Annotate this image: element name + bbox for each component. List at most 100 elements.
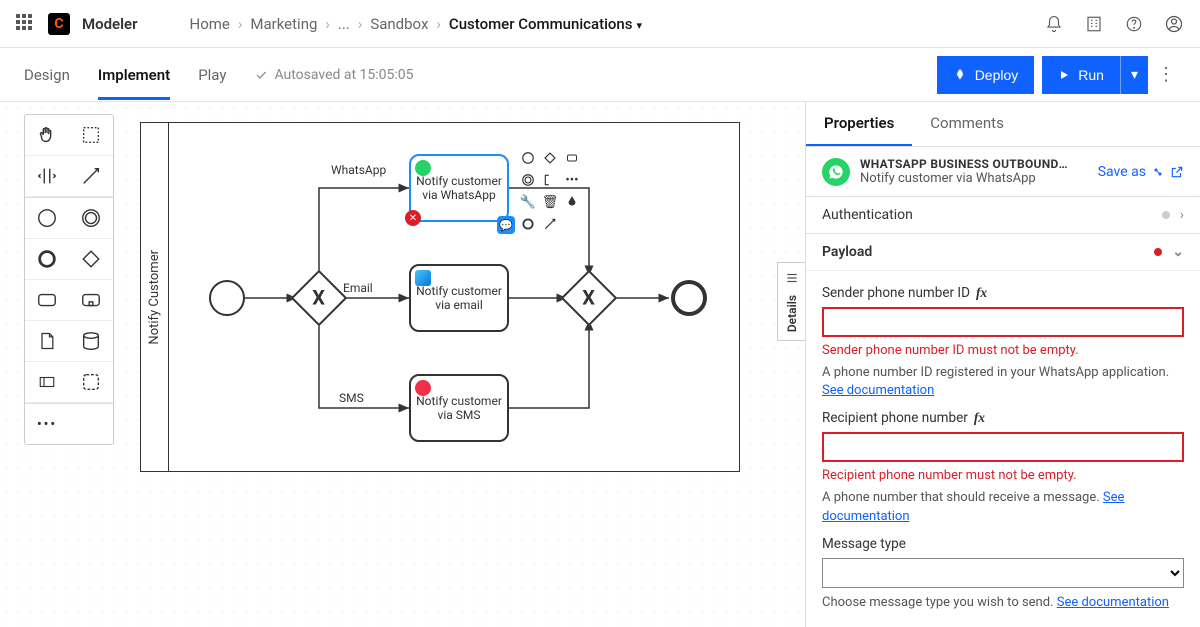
- chevron-down-icon: ⌄: [1172, 244, 1184, 260]
- ctx-task-icon[interactable]: [563, 149, 581, 167]
- run-dropdown-button[interactable]: ▾: [1120, 56, 1148, 94]
- help-text: Choose message type you wish to send. Se…: [822, 594, 1184, 612]
- chevron-right-icon: ›: [238, 15, 243, 33]
- tab-design[interactable]: Design: [24, 50, 70, 100]
- chevron-right-icon: ›: [1180, 207, 1184, 223]
- fx-icon[interactable]: fx: [974, 410, 985, 426]
- app-name: Modeler: [82, 15, 138, 33]
- gateway-join[interactable]: X: [561, 270, 618, 327]
- edge-label-sms[interactable]: SMS: [339, 391, 364, 405]
- gateway-tool-icon[interactable]: [69, 239, 113, 279]
- chevron-right-icon: ›: [325, 15, 330, 33]
- tab-play[interactable]: Play: [198, 50, 226, 100]
- help-icon[interactable]: [1124, 14, 1144, 34]
- org-icon[interactable]: [1084, 14, 1104, 34]
- ctx-gateway-icon[interactable]: [541, 149, 559, 167]
- email-connector-icon: [415, 270, 431, 286]
- tool-palette: •••: [24, 114, 114, 445]
- breadcrumb-overflow[interactable]: ...: [338, 15, 350, 33]
- tab-implement[interactable]: Implement: [98, 50, 170, 100]
- breadcrumb-home[interactable]: Home: [190, 15, 230, 33]
- chevron-right-icon: ›: [436, 15, 441, 33]
- chevron-right-icon: ›: [358, 15, 363, 33]
- field-label-recipient: Recipient phone number fx: [822, 410, 1184, 426]
- ctx-end-event-icon[interactable]: [519, 215, 537, 233]
- ctx-delete-icon[interactable]: 🗑: [541, 193, 559, 211]
- ctx-wrench-icon[interactable]: 🔧: [519, 193, 537, 211]
- ctx-start-event-icon[interactable]: [519, 149, 537, 167]
- section-authentication[interactable]: Authentication ›: [806, 196, 1200, 233]
- autosave-status: Autosaved at 15:05:05: [254, 67, 413, 83]
- sender-phone-id-input[interactable]: [822, 307, 1184, 337]
- user-avatar-icon[interactable]: [1164, 14, 1184, 34]
- edge-label-email[interactable]: Email: [343, 281, 373, 295]
- ctx-annotation-icon[interactable]: [541, 171, 559, 189]
- sms-connector-icon: [415, 380, 431, 396]
- error-message: Recipient phone number must not be empty…: [822, 468, 1184, 483]
- panel-tab-comments[interactable]: Comments: [912, 102, 1022, 146]
- ctx-color-icon[interactable]: [563, 193, 581, 211]
- save-as-button[interactable]: Save as: [1098, 164, 1184, 180]
- hand-tool-icon[interactable]: [25, 115, 69, 155]
- breadcrumb: Home › Marketing › ... › Sandbox › Custo…: [190, 15, 643, 33]
- help-text: A phone number that should receive a mes…: [822, 489, 1184, 525]
- bpmn-pool[interactable]: Notify Customer: [140, 122, 740, 472]
- connector-name-label: Notify customer via WhatsApp: [860, 171, 1088, 186]
- whatsapp-icon: [822, 158, 850, 186]
- section-payload[interactable]: Payload ⌄: [806, 233, 1200, 270]
- chevron-down-icon: ▾: [637, 19, 643, 32]
- error-message: Sender phone number ID must not be empty…: [822, 343, 1184, 358]
- connect-tool-icon[interactable]: [69, 156, 113, 196]
- end-event-tool-icon[interactable]: [25, 239, 69, 279]
- canvas[interactable]: ••• Notify Customer: [0, 102, 805, 627]
- notifications-icon[interactable]: [1044, 14, 1064, 34]
- comment-badge-icon[interactable]: 💬: [497, 216, 515, 234]
- ctx-connect-icon[interactable]: [541, 215, 559, 233]
- field-label-message-type: Message type: [822, 536, 1184, 552]
- status-dot-icon: [1162, 211, 1170, 219]
- doc-link[interactable]: See documentation: [822, 383, 934, 398]
- message-type-select[interactable]: [822, 558, 1184, 588]
- overflow-menu-icon[interactable]: ⋮: [1156, 64, 1176, 85]
- start-event[interactable]: [209, 280, 245, 316]
- details-panel-toggle[interactable]: Details: [777, 262, 805, 341]
- task-tool-icon[interactable]: [25, 280, 69, 320]
- ctx-more-icon[interactable]: •••: [563, 171, 581, 189]
- gateway-split[interactable]: X: [291, 270, 348, 327]
- status-dot-error-icon: [1154, 248, 1162, 256]
- subprocess-tool-icon[interactable]: [69, 280, 113, 320]
- chevron-down-icon: ▾: [1131, 66, 1138, 83]
- start-event-tool-icon[interactable]: [25, 198, 69, 238]
- app-switcher-icon[interactable]: [16, 14, 36, 34]
- recipient-phone-input[interactable]: [822, 432, 1184, 462]
- edge-label-whatsapp[interactable]: WhatsApp: [331, 163, 386, 177]
- pool-tool-icon[interactable]: [25, 362, 69, 402]
- intermediate-event-tool-icon[interactable]: [69, 198, 113, 238]
- group-tool-icon[interactable]: [69, 362, 113, 402]
- breadcrumb-sandbox[interactable]: Sandbox: [370, 15, 428, 33]
- properties-panel: Properties Comments WHATSAPP BUSINESS OU…: [805, 102, 1200, 627]
- space-tool-icon[interactable]: [25, 156, 69, 196]
- task-whatsapp[interactable]: Notify customer via WhatsApp ✕ 💬: [409, 154, 509, 222]
- error-badge-icon[interactable]: ✕: [405, 210, 421, 226]
- more-tools-icon[interactable]: •••: [25, 404, 69, 444]
- breadcrumb-current[interactable]: Customer Communications▾: [449, 15, 642, 33]
- list-icon: [785, 271, 799, 285]
- rocket-icon: [953, 68, 967, 82]
- panel-tab-properties[interactable]: Properties: [806, 102, 912, 146]
- run-button[interactable]: Run: [1042, 56, 1120, 94]
- ctx-intermediate-event-icon[interactable]: [519, 171, 537, 189]
- play-icon: [1058, 69, 1070, 81]
- lasso-tool-icon[interactable]: [69, 115, 113, 155]
- data-store-tool-icon[interactable]: [69, 321, 113, 361]
- deploy-button[interactable]: Deploy: [937, 56, 1035, 94]
- fx-icon[interactable]: fx: [976, 285, 987, 301]
- data-object-tool-icon[interactable]: [25, 321, 69, 361]
- doc-link[interactable]: See documentation: [1057, 595, 1169, 610]
- end-event[interactable]: [671, 280, 707, 316]
- task-sms[interactable]: Notify customer via SMS: [409, 374, 509, 442]
- check-icon: [254, 68, 268, 82]
- breadcrumb-marketing[interactable]: Marketing: [250, 15, 317, 33]
- lane-label[interactable]: Notify Customer: [141, 123, 169, 471]
- task-email[interactable]: Notify customer via email: [409, 264, 509, 332]
